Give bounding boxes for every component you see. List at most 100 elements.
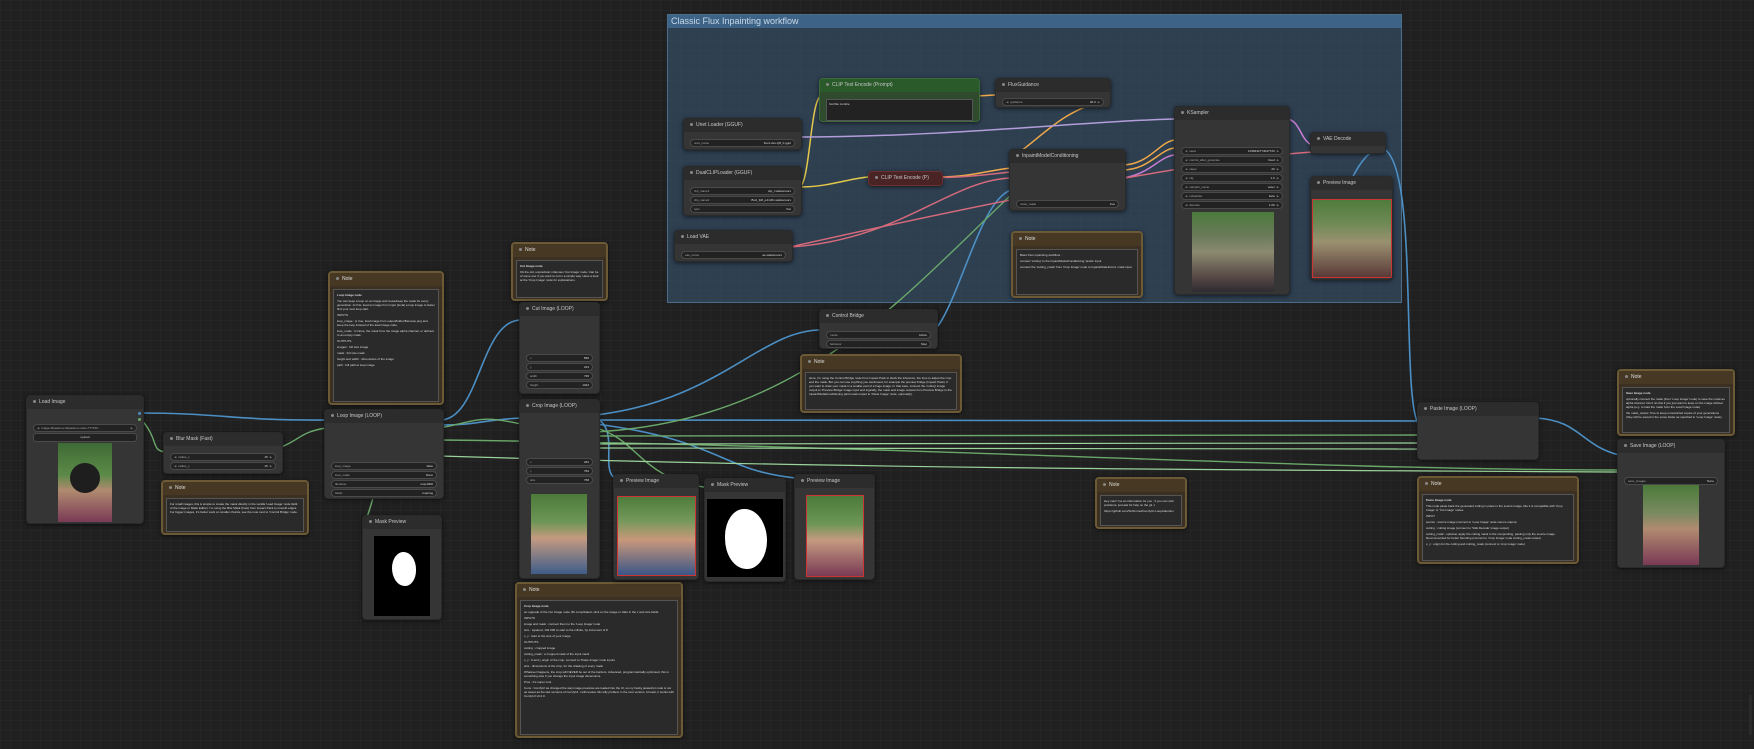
node-ksampler[interactable]: KSampler ◀ seed ▶ 1038332774047720 ◀ control… (1174, 106, 1290, 295)
note-text: Hey man! I've an information for you : i… (1100, 495, 1182, 526)
node-preview-image-3[interactable]: Preview Image (1310, 176, 1393, 280)
node-title: CLIP Text Encode (P) (881, 175, 929, 181)
node-inpaint-model-conditioning[interactable]: InpaintModelConditioning noise_mask true (1009, 149, 1126, 211)
loop-image-toggle[interactable]: loop_image false (331, 462, 437, 470)
node-title: Preview Image (1323, 180, 1357, 186)
node-title: KSampler (1187, 110, 1209, 116)
node-loop-image[interactable]: Loop Image (LOOP) loop_image false loop_m… (324, 409, 444, 499)
node-title: Loop Image (LOOP) (337, 413, 383, 419)
node-control-bridge[interactable]: Control Bridge mode Active behavior Stop (819, 309, 938, 349)
type-select[interactable]: type flux (690, 205, 795, 213)
note-save-image[interactable]: Note Save Image node optionally connect … (1617, 369, 1735, 436)
note-text: Basic Flux inpainting workflow : connect… (1016, 249, 1138, 295)
github-link[interactable]: https://github.com/Schimmel/ComfyUI-Loop… (1104, 509, 1178, 513)
node-blur-mask[interactable]: Blur Mask (Fast) ◀ radius_x ▶ 15 ◀ radius_y ▶… (163, 432, 283, 474)
note-info[interactable]: Note Hey man! I've an information for yo… (1095, 477, 1187, 529)
ksampler-thumbnail (1192, 212, 1274, 292)
note-text: Paste Image node This node paste back th… (1422, 494, 1574, 561)
node-title: InpaintModelConditioning (1022, 153, 1079, 159)
mask-thumbnail (374, 536, 430, 616)
note-crop-image[interactable]: Note Crop Image node an upgrade of the C… (515, 582, 683, 738)
scrollbar[interactable] (1749, 695, 1752, 735)
vae-name-select[interactable]: vae_name ae.safetensors (681, 251, 786, 259)
scheduler-select[interactable]: ◀ scheduler ▶ beta (1181, 192, 1283, 200)
steps-field[interactable]: ◀ steps ▶ 20 (1181, 165, 1283, 173)
noise-mask-toggle[interactable]: noise_mask true (1016, 200, 1119, 208)
note-text: Cut Image node Ok the old, unpractical, … (516, 260, 603, 298)
upload-button[interactable]: upload (33, 433, 137, 442)
y-field[interactable]: y 784 (526, 467, 593, 475)
clip-name1-select[interactable]: clip_name1 clip_l.safetensors (690, 187, 795, 195)
node-title: Cut Image (LOOP) (532, 306, 574, 312)
node-title: DualCLIPLoader (GGUF) (696, 170, 753, 176)
guidance-field[interactable]: ◀ guidance ▶ 30.0 (1002, 98, 1104, 106)
size-field[interactable]: size 768 (526, 476, 593, 484)
note-blur[interactable]: Note For small images, this is simple to… (161, 480, 309, 535)
behavior-select[interactable]: behavior Stop (826, 340, 931, 348)
node-vae-decode[interactable]: VAE Decode (1310, 132, 1386, 154)
node-title: Unet Loader (GGUF) (696, 122, 743, 128)
unet-name-select[interactable]: unet_name flux1-dev-Q8_0.gguf (690, 139, 795, 147)
output-slot[interactable] (138, 418, 141, 421)
node-title: Load VAE (687, 234, 710, 240)
node-title: Preview Image (626, 478, 660, 484)
x-field[interactable]: x 262 (526, 458, 593, 466)
clip-name2-select[interactable]: clip_name2 t5xxl_fp8_e4m3fn.safetensors (690, 196, 795, 204)
node-paste-image[interactable]: Paste Image (LOOP) (1417, 402, 1539, 460)
node-clip-text-encode-negative[interactable]: CLIP Text Encode (P) (868, 171, 943, 186)
note-text: For small images, this is simple to crea… (166, 498, 304, 532)
note-loop-image[interactable]: Note Loop Image node You can keep a loop… (328, 271, 444, 405)
image-select[interactable]: ◀ image dilyasimov-dilyasimov-rawn-777150… (33, 424, 137, 432)
seed-field[interactable]: ◀ seed ▶ 1038332774047720 (1181, 147, 1283, 155)
note-control-bridge[interactable]: Note Here, I'm using the Control Bridge … (800, 354, 962, 413)
node-flux-guidance[interactable]: FluxGuidance ◀ guidance ▶ 30.0 (995, 78, 1111, 108)
mask-thumbnail (707, 499, 783, 577)
mask-shape (725, 509, 767, 569)
crop-thumbnail (531, 494, 587, 574)
note-text: Here, I'm using the Control Bridge node … (805, 372, 957, 410)
width-field[interactable]: width 736 (526, 372, 593, 380)
note-inpainting[interactable]: Note Basic Flux inpainting workflow : co… (1011, 231, 1143, 298)
y-field[interactable]: y 224 (526, 363, 593, 371)
control-after-generate-select[interactable]: ◀ control_after_generate ▶ fixed (1181, 156, 1283, 164)
node-title: Mask Preview (717, 482, 749, 488)
denoise-field[interactable]: ◀ denoise ▶ 1.00 (1181, 201, 1283, 209)
node-load-image[interactable]: Load Image ◀ image dilyasimov-dilyasimov-… (26, 395, 144, 524)
node-title: Load Image (39, 399, 66, 405)
node-title: FluxGuidance (1008, 82, 1039, 88)
mask-shape (392, 552, 416, 586)
node-preview-image-1[interactable]: Preview Image (613, 474, 699, 580)
node-preview-image-2[interactable]: Preview Image (794, 474, 875, 580)
x-field[interactable]: x 896 (526, 354, 593, 362)
node-title: Save Image (LOOP) (1630, 443, 1676, 449)
note-cut-image[interactable]: Note Cut Image node Ok the old, unpracti… (511, 242, 608, 301)
node-unet-loader[interactable]: Unet Loader (GGUF) unet_name flux1-dev-Q8… (683, 118, 802, 150)
prompt-textarea[interactable]: horrible zombie (826, 99, 973, 121)
radius-x-field[interactable]: ◀ radius_x ▶ 15 (170, 453, 276, 461)
node-mask-preview-2[interactable]: Mask Preview (704, 478, 786, 582)
node-title: Mask Preview (375, 519, 407, 525)
save-images-select[interactable]: save_images None (1624, 477, 1718, 485)
output-slot[interactable] (138, 412, 141, 415)
node-mask-preview-left[interactable]: Mask Preview (362, 515, 442, 620)
cfg-field[interactable]: ◀ cfg ▶ 1.0 (1181, 174, 1283, 182)
node-save-image[interactable]: Save Image (LOOP) save_images None (1617, 439, 1725, 568)
sampler-name-select[interactable]: ◀ sampler_name ▶ euler (1181, 183, 1283, 191)
preview-thumbnail (617, 496, 696, 576)
node-title: Control Bridge (832, 313, 864, 319)
note-paste-image[interactable]: Note Paste Image node This node paste ba… (1417, 476, 1579, 564)
height-field[interactable]: height 1024 (526, 381, 593, 389)
node-title: Preview Image (807, 478, 841, 484)
filename-field[interactable]: filename loop1000 (331, 480, 437, 488)
mode-toggle[interactable]: mode Active (826, 331, 931, 339)
folder-field[interactable]: folder loopimg (331, 489, 437, 497)
node-load-vae[interactable]: Load VAE vae_name ae.safetensors (674, 230, 793, 262)
node-clip-text-encode-positive[interactable]: CLIP Text Encode (Prompt) horrible zombi… (819, 78, 980, 122)
loop-mode-select[interactable]: loop_mode None (331, 471, 437, 479)
node-dualclip-loader[interactable]: DualCLIPLoader (GGUF) clip_name1 clip_l.s… (683, 166, 802, 216)
node-crop-image[interactable]: Crop Image (LOOP) x 262 y 784 size 768 (519, 399, 600, 579)
node-title: Blur Mask (Fast) (176, 436, 213, 442)
note-text: Crop Image node an upgrade of the Cut Im… (520, 600, 678, 735)
radius-y-field[interactable]: ◀ radius_y ▶ 15 (170, 462, 276, 470)
node-cut-image[interactable]: Cut Image (LOOP) x 896 y 224 width 736 heig… (519, 302, 600, 394)
